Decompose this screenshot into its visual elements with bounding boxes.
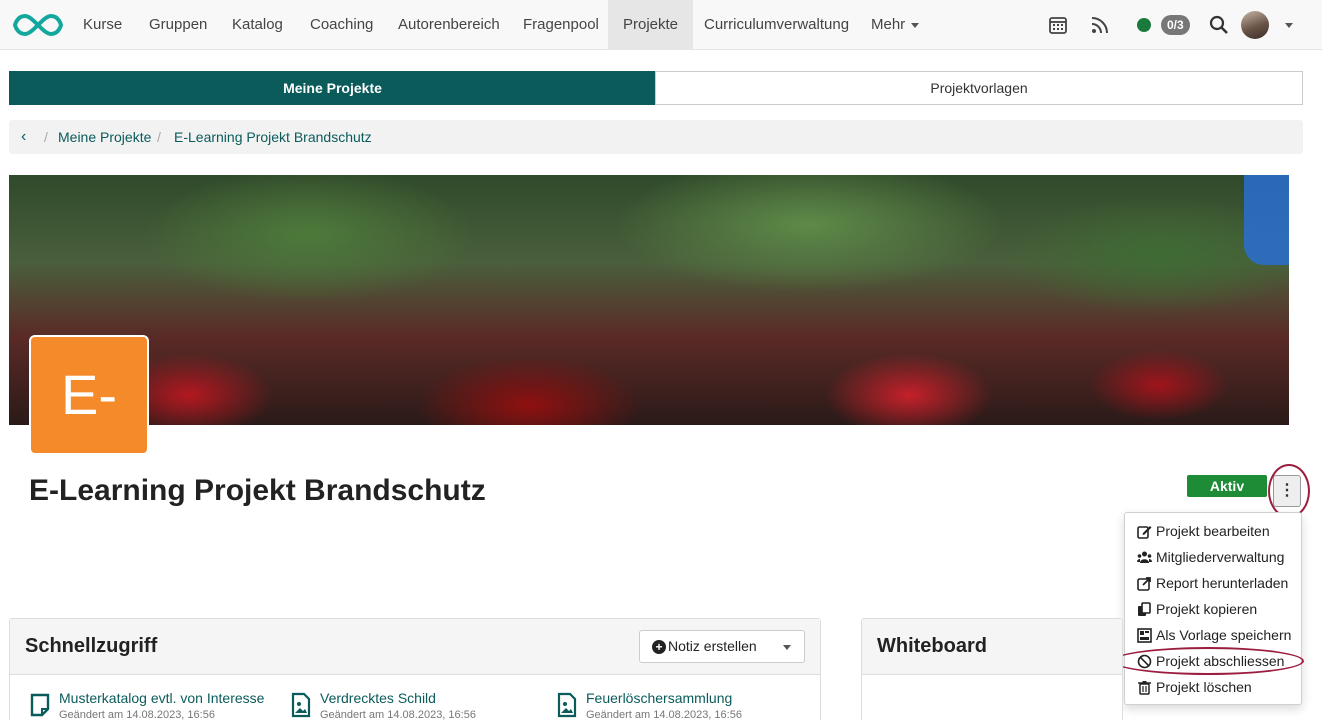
menu-item-als-vorlage-speichern[interactable]: Als Vorlage speichern <box>1125 622 1303 648</box>
nav-item-gruppen[interactable]: Gruppen <box>134 0 222 50</box>
online-status-icon[interactable] <box>1137 18 1151 32</box>
panel-header: Whiteboard <box>862 619 1122 675</box>
search-icon[interactable] <box>1209 15 1229 35</box>
menu-item-label: Projekt bearbeiten <box>1156 523 1270 539</box>
page-title: E-Learning Projekt Brandschutz <box>29 474 486 507</box>
nav-item-autorenbereich[interactable]: Autorenbereich <box>383 0 515 50</box>
status-badge: Aktiv <box>1187 475 1267 497</box>
item-changed: Geändert am 14.08.2023, 16:56 <box>586 709 742 720</box>
edit-icon <box>1137 526 1152 539</box>
breadcrumb-separator: / <box>157 129 161 145</box>
members-icon <box>1137 551 1152 563</box>
whiteboard-panel: Whiteboard <box>861 618 1123 720</box>
tab-projektvorlagen[interactable]: Projektvorlagen <box>655 71 1303 105</box>
create-note-button[interactable]: + Notiz erstellen <box>639 630 772 663</box>
plus-circle-icon: + <box>652 640 666 654</box>
breadcrumb-separator: / <box>44 129 48 145</box>
document-icon <box>30 693 50 717</box>
menu-item-label: Mitgliederverwaltung <box>1156 549 1285 565</box>
nav-item-curriculumverwaltung[interactable]: Curriculumverwaltung <box>689 0 864 50</box>
create-note-label: Notiz erstellen <box>668 638 757 654</box>
item-changed: Geändert am 14.08.2023, 16:56 <box>59 709 215 720</box>
item-title[interactable]: Verdrecktes Schild <box>320 690 436 706</box>
copy-icon <box>1138 602 1151 616</box>
menu-item-label: Als Vorlage speichern <box>1156 627 1292 643</box>
project-banner-image <box>9 175 1289 425</box>
menu-item-label: Projekt kopieren <box>1156 601 1258 617</box>
nav-item-mehr-label: Mehr <box>871 16 906 33</box>
panel-header: Schnellzugriff + Notiz erstellen <box>10 619 820 675</box>
image-file-icon <box>557 692 577 718</box>
menu-item-projekt-loeschen[interactable]: Projekt löschen <box>1125 674 1303 700</box>
image-file-icon <box>291 692 311 718</box>
menu-item-mitgliederverwaltung[interactable]: Mitgliederverwaltung <box>1125 544 1303 570</box>
user-avatar[interactable] <box>1241 11 1269 39</box>
chevron-left-icon[interactable]: ‹ <box>21 120 26 154</box>
tab-meine-projekte[interactable]: Meine Projekte <box>9 71 656 105</box>
notification-badge[interactable]: 0/3 <box>1161 15 1190 35</box>
rss-icon[interactable] <box>1090 15 1110 35</box>
item-title[interactable]: Feuerlöschersammlung <box>586 690 732 706</box>
nav-item-coaching[interactable]: Coaching <box>295 0 388 50</box>
panel-title: Whiteboard <box>877 635 987 657</box>
nav-item-mehr[interactable]: Mehr <box>856 0 934 50</box>
nav-item-fragenpool[interactable]: Fragenpool <box>508 0 614 50</box>
highlight-ellipse <box>1112 647 1304 675</box>
menu-item-projekt-kopieren[interactable]: Projekt kopieren <box>1125 596 1303 622</box>
nav-item-katalog[interactable]: Katalog <box>217 0 298 50</box>
breadcrumb: ‹ / Meine Projekte / E-Learning Projekt … <box>9 120 1303 154</box>
project-avatar: E- <box>29 335 149 455</box>
menu-item-label: Projekt löschen <box>1156 679 1252 695</box>
banner-decor <box>1244 175 1289 265</box>
chevron-down-icon[interactable] <box>1285 23 1293 28</box>
chevron-down-icon <box>783 645 791 650</box>
breadcrumb-item-meine-projekte[interactable]: Meine Projekte <box>58 120 151 154</box>
template-icon <box>1137 628 1152 643</box>
chevron-down-icon <box>911 22 920 28</box>
trash-icon <box>1138 681 1151 695</box>
top-navigation: Kurse Gruppen Katalog Coaching Autorenbe… <box>0 0 1322 50</box>
item-title[interactable]: Musterkatalog evtl. von Interesse <box>59 690 264 706</box>
create-note-dropdown-button[interactable] <box>771 630 805 663</box>
project-actions-menu: Projekt bearbeiten Mitgliederverwaltung … <box>1124 512 1302 705</box>
panel-title: Schnellzugriff <box>25 635 158 657</box>
calendar-icon[interactable] <box>1048 15 1068 35</box>
menu-item-report-herunterladen[interactable]: Report herunterladen <box>1125 570 1303 596</box>
breadcrumb-item-current: E-Learning Projekt Brandschutz <box>174 129 372 145</box>
highlight-circle <box>1268 464 1310 518</box>
nav-item-kurse[interactable]: Kurse <box>68 0 137 50</box>
export-icon <box>1137 577 1151 591</box>
menu-item-projekt-bearbeiten[interactable]: Projekt bearbeiten <box>1125 518 1303 544</box>
item-changed: Geändert am 14.08.2023, 16:56 <box>320 709 476 720</box>
menu-item-label: Report herunterladen <box>1156 575 1289 591</box>
nav-item-projekte[interactable]: Projekte <box>608 0 694 50</box>
openolat-logo-icon[interactable] <box>12 12 64 38</box>
